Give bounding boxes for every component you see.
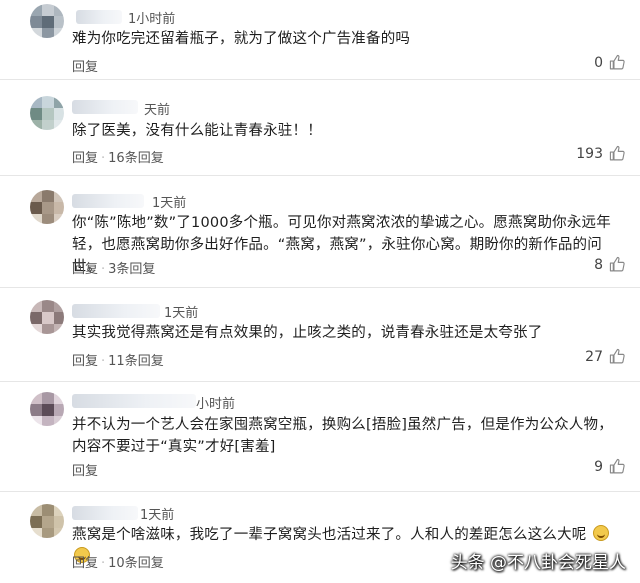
- avatar[interactable]: [30, 4, 64, 38]
- like-button[interactable]: 8: [594, 256, 626, 273]
- comment-actions: 回复 · 3条回复: [72, 262, 156, 277]
- comment-item: 1小时前 难为你吃完还留着瓶子，就为了做这个广告准备的吗 回复 0: [0, 0, 640, 80]
- comment-text: 除了医美，没有什么能让青春永驻！！: [72, 123, 322, 139]
- reply-button[interactable]: 回复: [72, 60, 98, 75]
- comment-time: 1天前: [140, 508, 175, 523]
- comment-actions: 回复 · 10条回复: [72, 556, 164, 571]
- username[interactable]: [72, 506, 138, 520]
- like-button[interactable]: 9: [594, 458, 626, 475]
- like-count: 27: [585, 348, 603, 365]
- avatar[interactable]: [30, 190, 64, 224]
- reply-button[interactable]: 回复: [72, 354, 98, 369]
- avatar[interactable]: [30, 392, 64, 426]
- like-button[interactable]: 193: [576, 145, 626, 162]
- comment-time: 天前: [144, 103, 171, 118]
- reply-button[interactable]: 回复: [72, 262, 98, 277]
- avatar[interactable]: [30, 96, 64, 130]
- comment-time: 1天前: [152, 196, 187, 211]
- thumb-up-icon: [609, 256, 625, 272]
- like-button[interactable]: 0: [594, 54, 626, 71]
- reply-button[interactable]: 回复: [72, 556, 98, 571]
- thumb-up-icon: [609, 54, 625, 70]
- like-count: 193: [576, 145, 603, 162]
- like-count: 9: [594, 458, 603, 475]
- replies-link[interactable]: 11条回复: [108, 354, 164, 369]
- like-button[interactable]: 27: [585, 348, 626, 365]
- comment-item: 小时前 并不认为一个艺人会在家囤燕窝空瓶，换购么[捂脸]虽然广告，但是作为公众人…: [0, 382, 640, 492]
- comment-time: 1小时前: [128, 12, 176, 27]
- comment-time: 小时前: [196, 397, 236, 412]
- avatar[interactable]: [30, 300, 64, 334]
- comment-time: 1天前: [164, 306, 199, 321]
- replies-link[interactable]: 10条回复: [108, 556, 164, 571]
- thumb-up-icon: [609, 145, 625, 161]
- comment-item: 天前 除了医美，没有什么能让青春永驻！！ 回复 · 16条回复 193: [0, 80, 640, 176]
- comment-actions: 回复: [72, 460, 98, 479]
- watermark: 头条 @不八卦会死星人: [451, 548, 626, 573]
- comment-text: 难为你吃完还留着瓶子，就为了做这个广告准备的吗: [72, 31, 411, 47]
- like-count: 8: [594, 256, 603, 273]
- replies-link[interactable]: 3条回复: [108, 262, 155, 277]
- comment-text: 并不认为一个艺人会在家囤燕窝空瓶，换购么[捂脸]虽然广告，但是作为公众人物，内容…: [72, 417, 613, 455]
- comment-item: 1天前 其实我觉得燕窝还是有点效果的，止咳之类的，说青春永驻还是太夸张了 回复 ·…: [0, 288, 640, 382]
- comment-text: 其实我觉得燕窝还是有点效果的，止咳之类的，说青春永驻还是太夸张了: [72, 325, 543, 341]
- watermark-text: 头条 @不八卦会死星人: [450, 553, 626, 573]
- comment-actions: 回复 · 11条回复: [72, 354, 164, 369]
- like-count: 0: [594, 54, 603, 71]
- username[interactable]: [72, 304, 160, 318]
- reply-button[interactable]: 回复: [72, 464, 98, 479]
- reply-button[interactable]: 回复: [72, 151, 98, 166]
- username[interactable]: [76, 10, 122, 24]
- comment-text-body: 燕窝是个啥滋味，我吃了一辈子窝窝头也活过来了。人和人的差距怎么这么大呢: [72, 527, 587, 543]
- laugh-emoji-icon: [593, 525, 610, 541]
- username[interactable]: [72, 394, 196, 408]
- comment-actions: 回复 · 16条回复: [72, 151, 164, 166]
- username[interactable]: [72, 194, 144, 208]
- avatar[interactable]: [30, 504, 64, 538]
- replies-link[interactable]: 16条回复: [108, 151, 164, 166]
- thumb-up-icon: [609, 348, 625, 364]
- thumb-up-icon: [609, 458, 625, 474]
- comment-item: 1天前 你“陈”陈地”数”了1000多个瓶。可见你对燕窝浓浓的挚诚之心。愿燕窝助…: [0, 176, 640, 288]
- comment-actions: 回复: [72, 56, 98, 75]
- username[interactable]: [72, 100, 138, 114]
